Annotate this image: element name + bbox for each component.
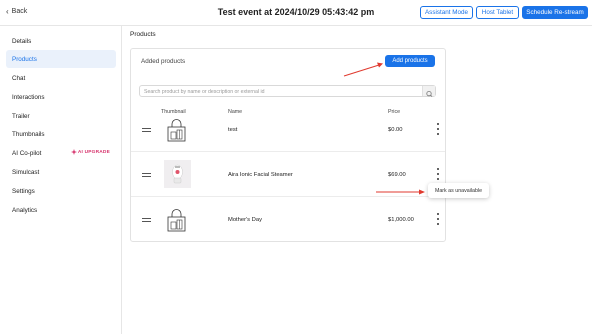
annotation-arrow-icon bbox=[343, 62, 383, 77]
annotation-arrows bbox=[343, 62, 425, 195]
annotation-arrow-icon bbox=[376, 189, 425, 195]
